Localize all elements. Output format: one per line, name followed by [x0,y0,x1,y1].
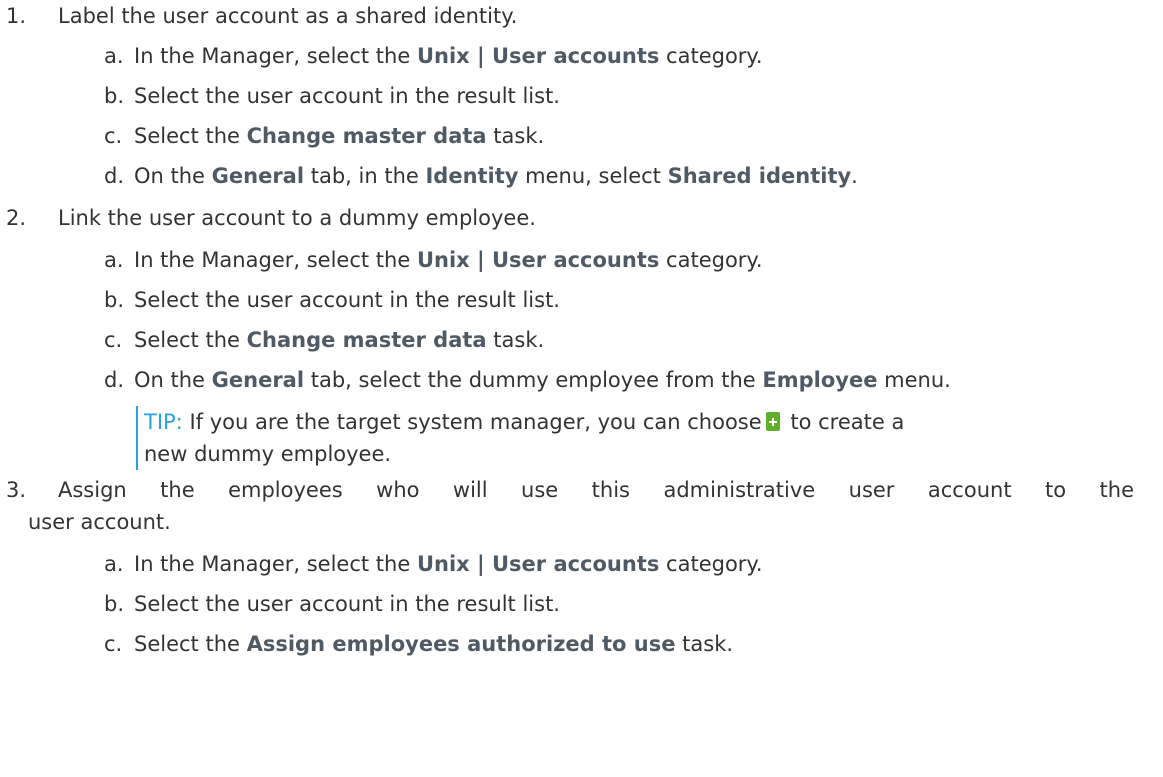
tip-text: If you are the target system manager, yo… [182,410,762,434]
substep-letter: c. [104,632,123,656]
step-number: 2. [6,206,27,230]
tip-label: TIP: [144,410,183,434]
substep-letter: c. [104,124,123,148]
task-name: Assign employees authorized to use [246,632,676,656]
task-name: Change master data [246,328,487,352]
substep-text: In the Manager, select the Unix | User a… [134,248,763,272]
substep-letter: a. [104,248,124,272]
substep-text: On the General tab, select the dummy emp… [134,368,951,392]
menu-name: Identity [425,164,519,188]
step-number: 1. [6,4,27,28]
document-page: 1. Label the user account as a shared id… [0,0,1163,777]
tip-text-line2: new dummy employee. [144,442,392,466]
category-name: Unix | User accounts [416,44,660,68]
substep-letter: a. [104,44,124,68]
substep-text: Select the user account in the result li… [134,592,560,616]
step-text-continued: user account. [28,510,171,534]
substep-text: Select the user account in the result li… [134,84,560,108]
substep-letter: d. [104,164,125,188]
substep-letter: a. [104,552,124,576]
substep-letter: b. [104,592,125,616]
substep-text: In the Manager, select the Unix | User a… [134,44,763,68]
substep-letter: b. [104,288,125,312]
substep-text: Select the Assign employees authorized t… [134,632,734,656]
step-text: Link the user account to a dummy employe… [58,206,536,230]
substep-letter: d. [104,368,125,392]
step-text: Assign the employees who will use this a… [58,478,1134,502]
substep-text: Select the user account in the result li… [134,288,560,312]
substep-text: Select the Change master data task. [134,328,545,352]
category-name: Unix | User accounts [416,552,660,576]
substep-text: In the Manager, select the Unix | User a… [134,552,763,576]
tab-name: General [211,368,305,392]
option-name: Shared identity [667,164,852,188]
tip-text-after: to create a [783,410,905,434]
task-name: Change master data [246,124,487,148]
substep-letter: c. [104,328,123,352]
step-number: 3. [6,478,27,502]
add-icon [765,412,780,431]
substep-letter: b. [104,84,125,108]
menu-name: Employee [762,368,878,392]
substep-text: Select the Change master data task. [134,124,545,148]
step-text: Label the user account as a shared ident… [58,4,518,28]
substep-text: On the General tab, in the Identity menu… [134,164,858,188]
tab-name: General [211,164,305,188]
tip-note: TIP: If you are the target system manage… [136,406,1004,470]
category-name: Unix | User accounts [416,248,660,272]
